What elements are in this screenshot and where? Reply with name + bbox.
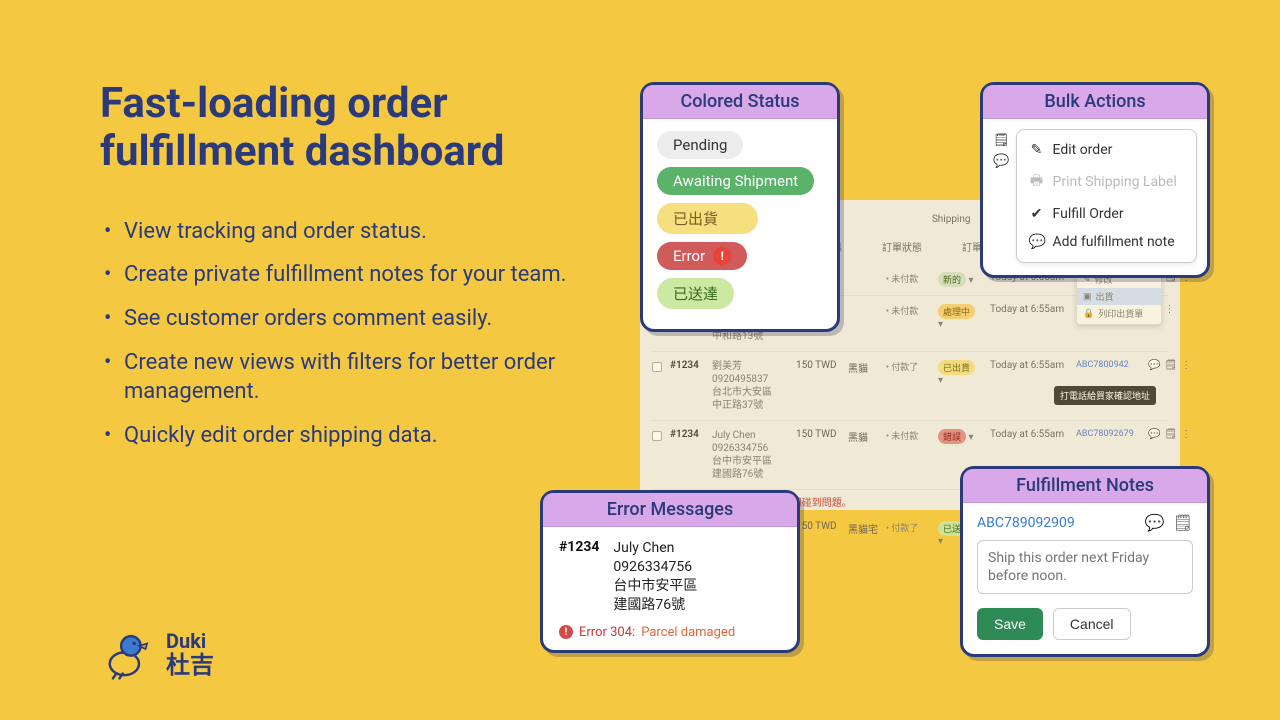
chat-icon[interactable]: 💬 [1145,513,1165,532]
brand-name-en: Duki [166,630,214,652]
status-awaiting: Awaiting Shipment [657,167,814,195]
note-icon[interactable]: 🗒 [993,133,1010,148]
error-message: Parcel damaged [641,625,735,640]
feature-bullets: View tracking and order status. Create p… [100,217,580,451]
col-status: 訂單狀態 [882,239,922,254]
status-error: Error! [657,242,747,270]
customer-addr1: 台中市安平區 [613,577,697,596]
headline: Fast-loading order fulfillment dashboard [100,80,580,177]
status-pending: Pending [657,131,743,159]
fulfill-order-item[interactable]: ✔Fulfill Order [1017,200,1196,228]
bullet-item: Create private fulfillment notes for you… [100,260,580,290]
bullet-item: Quickly edit order shipping data. [100,421,580,451]
note-icon[interactable]: 🗒 [1173,513,1193,532]
colored-status-card: Colored Status Pending Awaiting Shipment… [640,82,840,332]
checkbox[interactable] [652,431,662,441]
check-icon: ✔ [1029,206,1045,222]
pencil-icon: ✎ [1029,142,1045,158]
brand-name-zh: 杜吉 [166,652,214,678]
bulk-actions-card: Bulk Actions 🗒 💬 ✎Edit order 🖶Print Ship… [980,82,1210,278]
customer-phone: 0926334756 [613,558,697,577]
print-label-item[interactable]: 🖶Print Shipping Label [1017,164,1196,200]
status-delivered: 已送達 [657,278,734,309]
card-title: Error Messages [543,493,797,527]
add-note-item[interactable]: 💬Add fulfillment note [1017,228,1196,256]
chat-icon[interactable]: 💬 [993,154,1010,169]
cancel-button[interactable]: Cancel [1053,608,1131,640]
note-input[interactable] [977,540,1193,594]
customer-addr2: 建國路76號 [613,596,697,615]
card-title: Colored Status [643,85,837,119]
warning-icon: ! [713,247,731,265]
customer-name: July Chen [613,539,697,558]
status-shipped: 已出貨 [657,203,758,234]
filter-shipping[interactable]: Shipping [932,214,971,225]
order-id: #1234 [559,539,599,615]
error-code: Error 304: [579,625,635,640]
tracking-number[interactable]: ABC789092909 [977,515,1075,531]
brand: Duki 杜吉 [100,628,214,680]
bullet-item: View tracking and order status. [100,217,580,247]
card-title: Fulfillment Notes [963,469,1207,503]
duck-logo-icon [100,628,152,680]
error-messages-card: Error Messages #1234 July Chen 092633475… [540,490,800,653]
fulfillment-notes-card: Fulfillment Notes ABC789092909 💬 🗒 Save … [960,466,1210,657]
save-button[interactable]: Save [977,608,1043,640]
tooltip: 打電話給買家確認地址 [1054,386,1156,405]
card-title: Bulk Actions [983,85,1207,119]
bulk-menu: ✎Edit order 🖶Print Shipping Label ✔Fulfi… [1016,129,1197,263]
bullet-item: Create new views with filters for better… [100,348,580,407]
printer-icon: 🖶 [1029,170,1045,194]
checkbox[interactable] [652,362,662,372]
edit-order-item[interactable]: ✎Edit order [1017,136,1196,164]
bullet-item: See customer orders comment easily. [100,304,580,334]
error-icon: ! [559,625,573,639]
speech-icon: 💬 [1029,234,1045,250]
